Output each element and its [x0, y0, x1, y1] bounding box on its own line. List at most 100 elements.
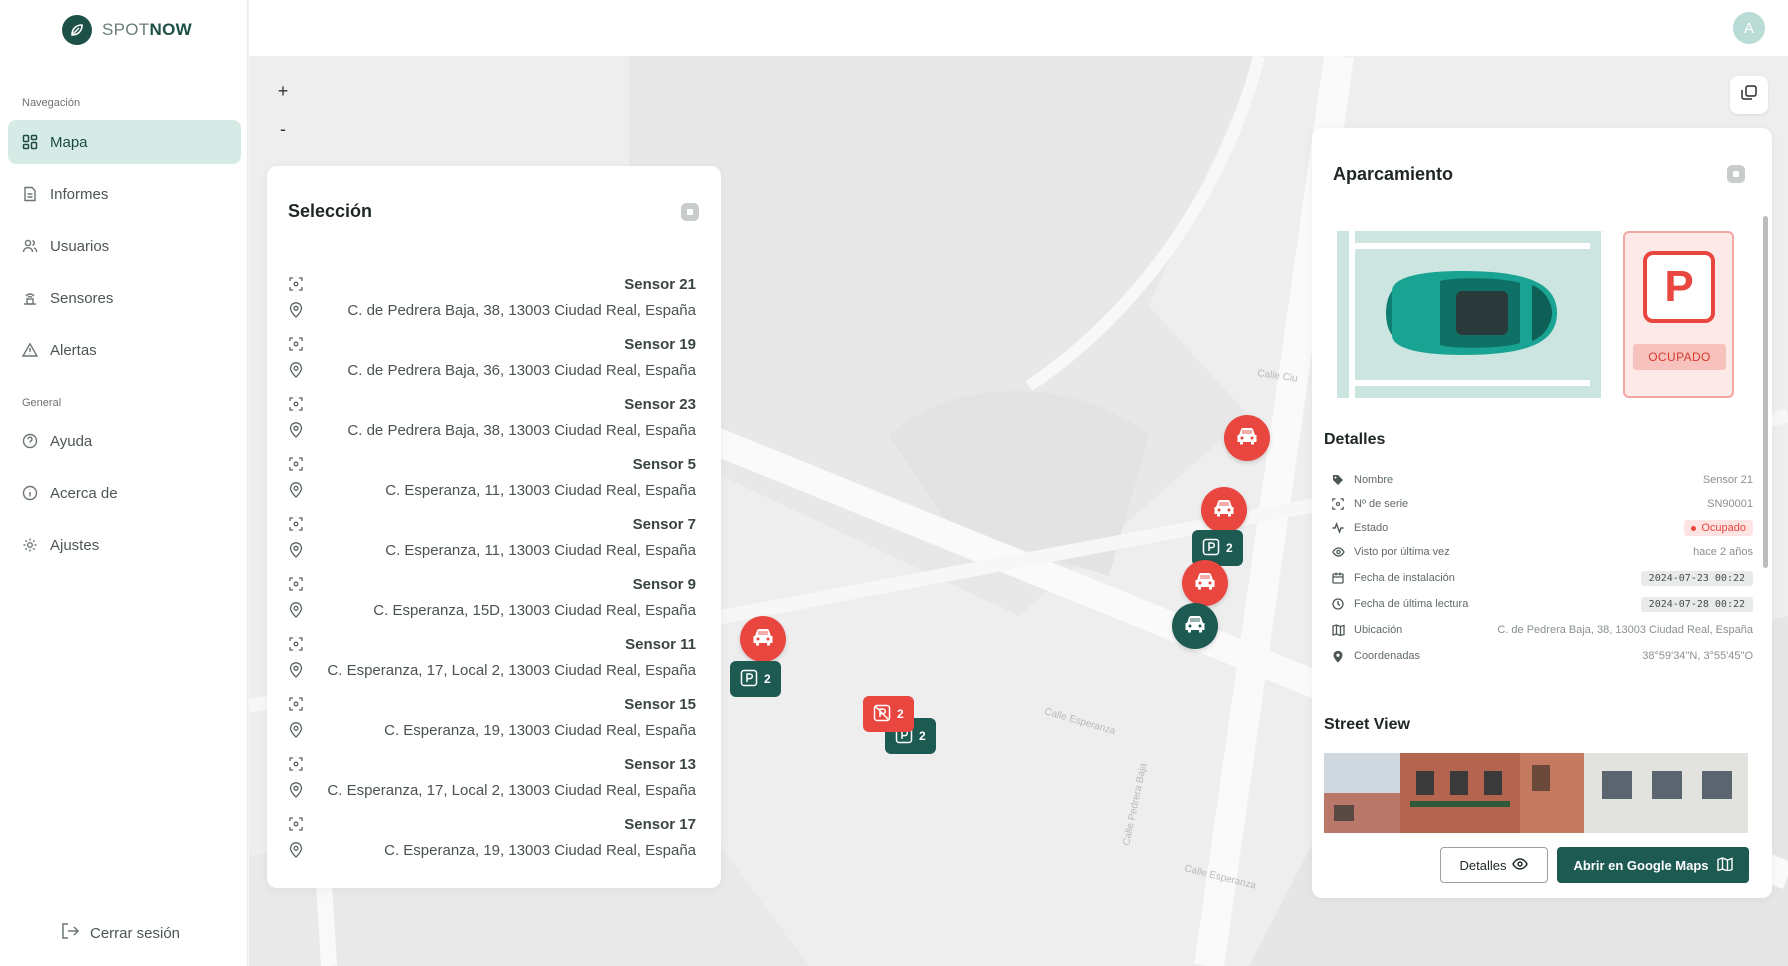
sidebar-item-label: Usuarios [50, 237, 110, 255]
sensor-name: Sensor 19 [624, 335, 696, 353]
close-parking-button[interactable] [1727, 165, 1745, 183]
location-pin-icon [288, 302, 304, 318]
grid-icon [20, 132, 40, 152]
sensor-scan-icon [288, 336, 304, 352]
sidebar-item-acerca[interactable]: Acerca de [8, 471, 241, 515]
parking-status-label: OCUPADO [1633, 344, 1726, 370]
parking-icon [1202, 538, 1220, 559]
sidebar-item-usuarios[interactable]: Usuarios [8, 224, 241, 268]
detail-label: Fecha de instalación [1354, 572, 1455, 584]
sensor-row[interactable]: Sensor 11 C. Esperanza, 17, Local 2, 130… [288, 632, 696, 690]
detail-value: SN90001 [1707, 498, 1753, 510]
sidebar-item-label: Acerca de [50, 484, 118, 502]
open-google-maps-button[interactable]: Abrir en Google Maps [1557, 847, 1749, 883]
cluster-count: 2 [919, 729, 926, 743]
sidebar: SPOTNOW Navegación Mapa Informes Usuario… [0, 0, 248, 966]
user-avatar[interactable]: A [1733, 12, 1765, 44]
sensor-address: C. Esperanza, 11, 13003 Ciudad Real, Esp… [385, 481, 696, 499]
sensor-name: Sensor 23 [624, 395, 696, 413]
cluster-count: 2 [1226, 541, 1233, 555]
sensor-address: C. Esperanza, 17, Local 2, 13003 Ciudad … [327, 781, 696, 799]
sensor-address: C. de Pedrera Baja, 36, 13003 Ciudad Rea… [347, 361, 696, 379]
layers-button[interactable] [1730, 76, 1768, 114]
sidebar-item-label: Sensores [50, 289, 114, 307]
sensor-row[interactable]: Sensor 23 C. de Pedrera Baja, 38, 13003 … [288, 392, 696, 450]
parking-status-card: P OCUPADO [1623, 231, 1734, 398]
users-icon [20, 236, 40, 256]
logout-label: Cerrar sesión [90, 924, 181, 942]
sensor-row[interactable]: Sensor 21 C. de Pedrera Baja, 38, 13003 … [288, 272, 696, 330]
sidebar-item-ajustes[interactable]: Ajustes [8, 523, 241, 567]
sidebar-item-informes[interactable]: Informes [8, 172, 241, 216]
sensor-row[interactable]: Sensor 9 C. Esperanza, 15D, 13003 Ciudad… [288, 572, 696, 630]
occupied-parking-cluster[interactable]: 2 [863, 696, 914, 732]
details-button-label: Detalles [1459, 857, 1507, 873]
zoom-in-button[interactable]: + [270, 78, 296, 104]
detail-row-install-date: Fecha de instalación 2024-07-23 00:22 [1331, 568, 1753, 588]
free-parking-cluster[interactable]: 2 [730, 661, 781, 697]
sensor-name: Sensor 9 [632, 575, 696, 593]
sensor-scan-icon [288, 756, 304, 772]
detail-label: Nombre [1354, 474, 1394, 486]
parking-marker-occupied[interactable] [1201, 487, 1247, 533]
top-bar: A [249, 0, 1788, 56]
sidebar-item-mapa[interactable]: Mapa [8, 120, 241, 164]
detail-value: Sensor 21 [1702, 474, 1753, 486]
car-icon [1193, 571, 1217, 596]
details-title: Detalles [1324, 431, 1386, 448]
gear-icon [20, 535, 40, 555]
detail-row-coordinates: Coordenadas 38°59'34"N, 3°55'45"O [1331, 646, 1753, 666]
sidebar-item-label: Alertas [50, 341, 97, 359]
detail-value: hace 2 años [1693, 546, 1753, 558]
sidebar-item-label: Ajustes [50, 536, 100, 554]
close-selection-button[interactable] [681, 203, 699, 221]
parking-status-letter: P [1643, 251, 1715, 323]
details-button[interactable]: Detalles [1440, 847, 1548, 883]
parking-marker-occupied[interactable] [740, 616, 786, 662]
location-pin-icon [288, 542, 304, 558]
location-pin-icon [288, 662, 304, 678]
sensor-row[interactable]: Sensor 5 C. Esperanza, 11, 13003 Ciudad … [288, 452, 696, 510]
map-icon [1331, 623, 1345, 637]
sensor-name: Sensor 17 [624, 815, 696, 833]
zoom-out-button[interactable]: - [270, 116, 296, 142]
sensor-address: C. de Pedrera Baja, 38, 13003 Ciudad Rea… [347, 301, 696, 319]
panel-scrollbar[interactable] [1763, 216, 1768, 568]
car-icon [1212, 498, 1236, 523]
parking-detail-panel: Aparcamiento P OCUPADO Detalles Nombre S… [1312, 128, 1772, 898]
detail-value: 38°59'34"N, 3°55'45"O [1642, 650, 1753, 662]
sidebar-item-sensores[interactable]: Sensores [8, 276, 241, 320]
sensor-row[interactable]: Sensor 15 C. Esperanza, 19, 13003 Ciudad… [288, 692, 696, 750]
location-pin-icon [288, 602, 304, 618]
sidebar-item-label: Mapa [50, 133, 88, 151]
app-logo[interactable]: SPOTNOW [62, 15, 192, 45]
detail-value: C. de Pedrera Baja, 38, 13003 Ciudad Rea… [1497, 624, 1753, 636]
sensor-row[interactable]: Sensor 19 C. de Pedrera Baja, 36, 13003 … [288, 332, 696, 390]
detail-row-state: Estado Ocupado [1331, 518, 1753, 538]
parking-icon [740, 669, 758, 690]
cluster-count: 2 [764, 672, 771, 686]
detail-row-serial: Nº de serie SN90001 [1331, 494, 1753, 514]
info-icon [20, 483, 40, 503]
sidebar-item-alertas[interactable]: Alertas [8, 328, 241, 372]
detail-row-last-read: Fecha de última lectura 2024-07-28 00:22 [1331, 594, 1753, 614]
sensor-address: C. Esperanza, 11, 13003 Ciudad Real, Esp… [385, 541, 696, 559]
sidebar-item-ayuda[interactable]: Ayuda [8, 419, 241, 463]
location-pin-icon [288, 842, 304, 858]
parking-marker-occupied[interactable] [1224, 415, 1270, 461]
street-view-image[interactable] [1324, 753, 1748, 833]
parking-marker-occupied[interactable] [1182, 560, 1228, 606]
sensor-scan-icon [1331, 497, 1345, 511]
logout-button[interactable]: Cerrar sesión [60, 922, 180, 944]
sensor-name: Sensor 11 [625, 635, 696, 653]
sensor-row[interactable]: Sensor 13 C. Esperanza, 17, Local 2, 130… [288, 752, 696, 810]
sensor-row[interactable]: Sensor 7 C. Esperanza, 11, 13003 Ciudad … [288, 512, 696, 570]
clock-icon [1331, 597, 1345, 611]
parking-marker-free[interactable] [1172, 603, 1218, 649]
eye-refresh-icon [1331, 545, 1345, 559]
sensor-address: C. Esperanza, 17, Local 2, 13003 Ciudad … [327, 661, 696, 679]
sensor-row[interactable]: Sensor 17 C. Esperanza, 19, 13003 Ciudad… [288, 812, 696, 870]
location-pin-icon [288, 782, 304, 798]
cluster-count: 2 [897, 707, 904, 721]
detail-label: Estado [1354, 522, 1389, 534]
